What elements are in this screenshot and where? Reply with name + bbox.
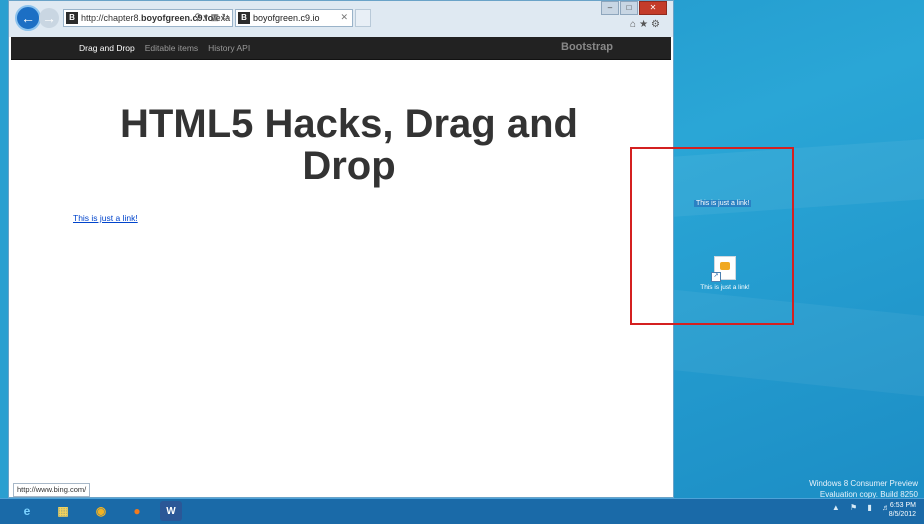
browser-chrome: ← → B http://chapter8. boyofgreen.c9.io/e… (9, 1, 673, 37)
clock-time: 6:53 PM (889, 502, 916, 509)
clock-date: 8/5/2012 (888, 511, 916, 518)
drop-zone-highlight (630, 147, 794, 325)
chrome-icon[interactable]: ◉ (90, 501, 112, 521)
nav-link-history-api[interactable]: History API (208, 43, 250, 53)
new-tab-button[interactable] (355, 9, 371, 27)
system-tray-icons[interactable]: ▲ ⚑ ▮ ♬ (832, 503, 894, 512)
taskbar-clock[interactable]: 6:53 PM 8/5/2012 (889, 501, 916, 519)
window-controls: – □ ✕ (600, 1, 667, 15)
address-prefix: http://chapter8. (81, 13, 142, 23)
shortcut-arrow-icon: ↗ (711, 272, 721, 282)
address-bar[interactable]: B http://chapter8. boyofgreen.c9.io/exa ⚲… (63, 9, 233, 27)
home-icon[interactable]: ⌂ (630, 19, 639, 30)
search-refresh-icons[interactable]: ⚲ ▾ ▦ ↻ (194, 12, 229, 23)
nav-link-editable-items[interactable]: Editable items (145, 43, 198, 53)
browser-window: ← → B http://chapter8. boyofgreen.c9.io/e… (8, 0, 674, 498)
taskbar: e ▦ ◉ ● W ▲ ⚑ ▮ ♬ 6:53 PM 8/5/2012 (0, 498, 924, 524)
windows-watermark: Windows 8 Consumer Preview Evaluation co… (809, 478, 918, 500)
word-icon[interactable]: W (160, 501, 182, 521)
nav-link-drag-and-drop[interactable]: Drag and Drop (79, 43, 135, 53)
close-icon[interactable]: ✕ (639, 1, 667, 15)
toolbar-icons: ⌂★⚙ (630, 19, 663, 30)
file-icon-graphic (720, 262, 730, 270)
navbar-links: Drag and Drop Editable items History API (79, 37, 260, 59)
maximize-icon[interactable]: □ (620, 1, 638, 15)
site-favicon-icon: B (66, 12, 78, 24)
forward-arrow-icon[interactable]: → (39, 8, 59, 28)
file-explorer-icon[interactable]: ▦ (52, 501, 74, 521)
back-arrow-icon[interactable]: ← (15, 5, 41, 31)
firefox-icon[interactable]: ● (126, 501, 148, 521)
internet-explorer-icon[interactable]: e (16, 501, 38, 521)
draggable-link[interactable]: This is just a link! (73, 213, 138, 223)
tab-favicon-icon: B (238, 12, 250, 24)
close-tab-icon[interactable]: ✕ (340, 12, 348, 23)
navbar-brand[interactable]: Bootstrap (561, 41, 613, 53)
favorites-star-icon[interactable]: ★ (639, 19, 651, 30)
desktop-file-label[interactable]: This is just a link! (700, 284, 750, 292)
gear-icon[interactable]: ⚙ (651, 19, 663, 30)
watermark-line-1: Windows 8 Consumer Preview (809, 479, 918, 488)
browser-tab[interactable]: B boyofgreen.c9.io ✕ (235, 9, 353, 27)
url-file-icon[interactable]: ↗ (711, 256, 736, 282)
status-bar-url: http://www.bing.com/ (13, 483, 91, 497)
desktop-dragged-text[interactable]: This is just a link! (694, 200, 752, 207)
page-title: HTML5 Hacks, Drag and Drop (120, 102, 578, 188)
left-edge-strip (0, 0, 8, 498)
minimize-icon[interactable]: – (601, 1, 619, 15)
page-navbar: Drag and Drop Editable items History API… (11, 37, 671, 60)
tab-title: boyofgreen.c9.io (253, 13, 320, 23)
